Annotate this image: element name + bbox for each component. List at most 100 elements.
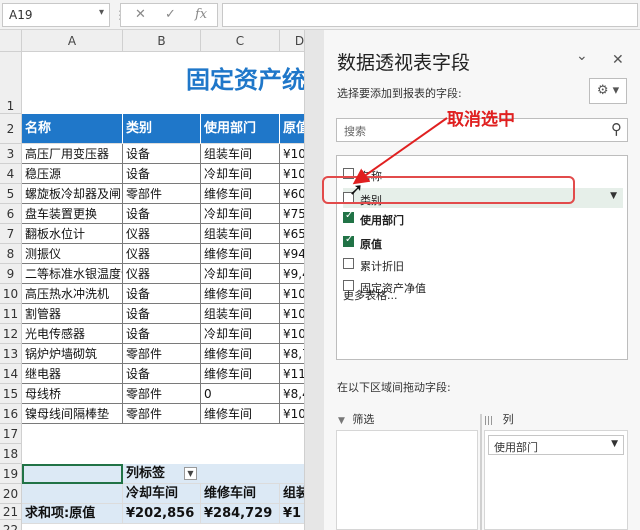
table-cell[interactable]: 高压热水冲洗机 (22, 284, 123, 304)
field-item-2[interactable]: 使用部门 (343, 208, 623, 228)
column-filter-dropdown-icon[interactable]: ▼ (184, 467, 197, 480)
panel-options-dropdown-icon[interactable]: ⌄ (576, 48, 588, 64)
pivot-col-header[interactable]: 维修车间 (201, 484, 280, 504)
table-cell[interactable]: 设备 (123, 324, 201, 344)
row-header-12[interactable]: 12 (0, 324, 22, 344)
table-cell[interactable]: 设备 (123, 164, 201, 184)
table-cell[interactable]: 测振仪 (22, 244, 123, 264)
table-cell[interactable]: 母线桥 (22, 384, 123, 404)
table-cell[interactable]: 设备 (123, 304, 201, 324)
table-cell[interactable]: ¥8,4 (280, 384, 304, 404)
worksheet-grid[interactable]: A B C D 固定资产统 1 2 3 4 5 6 7 8 9 10 11 12 13 14 15 16 17 1… (0, 30, 304, 530)
table-cell[interactable]: 割管器 (22, 304, 123, 324)
table-cell[interactable]: 维修车间 (201, 404, 280, 424)
row-header-1[interactable]: 1 (0, 52, 22, 114)
field-checkbox[interactable] (343, 280, 354, 291)
table-cell[interactable]: ¥10 (280, 304, 304, 324)
close-icon[interactable]: ✕ (612, 52, 624, 68)
column-field-pill[interactable]: 使用部门 ▼ (488, 435, 624, 455)
table-cell[interactable]: ¥11 (280, 364, 304, 384)
column-header-a[interactable]: A (22, 30, 123, 52)
row-header-17[interactable]: 17 (0, 424, 22, 444)
sheet-title-cell[interactable]: 固定资产统 (22, 52, 304, 114)
table-cell[interactable]: 维修车间 (201, 284, 280, 304)
formula-input[interactable] (222, 3, 638, 27)
pivot-value-cell[interactable]: ¥284,729 (201, 504, 280, 524)
cancel-icon[interactable]: ✕ (135, 7, 146, 22)
table-cell[interactable]: ¥10 (280, 164, 304, 184)
row-header-2[interactable]: 2 (0, 114, 22, 144)
table-cell[interactable]: ¥75 (280, 204, 304, 224)
table-cell[interactable]: 翻板水位计 (22, 224, 123, 244)
select-all-corner[interactable] (0, 30, 22, 52)
table-cell[interactable]: ¥9,4 (280, 264, 304, 284)
field-item-5[interactable]: 固定资产净值 (343, 276, 623, 296)
enter-icon[interactable]: ✓ (165, 7, 176, 22)
table-cell[interactable]: 稳压源 (22, 164, 123, 184)
chevron-down-icon[interactable]: ▼ (611, 439, 618, 449)
table-cell[interactable]: ¥65 (280, 224, 304, 244)
row-header-16[interactable]: 16 (0, 404, 22, 424)
column-header-d[interactable]: D (280, 30, 304, 52)
row-header-8[interactable]: 8 (0, 244, 22, 264)
table-cell[interactable]: ¥10 (280, 284, 304, 304)
row-header-3[interactable]: 3 (0, 144, 22, 164)
row-header-6[interactable]: 6 (0, 204, 22, 224)
row-header-13[interactable]: 13 (0, 344, 22, 364)
table-cell[interactable]: 设备 (123, 284, 201, 304)
table-cell[interactable]: ¥10 (280, 144, 304, 164)
row-header-19[interactable]: 19 (0, 464, 22, 484)
table-cell[interactable]: 组装车间 (201, 144, 280, 164)
name-box[interactable]: A19 ▾ (2, 3, 110, 27)
pivot-col-header[interactable]: 组装 (280, 484, 304, 504)
table-cell[interactable]: 维修车间 (201, 344, 280, 364)
pivot-value-cell[interactable]: ¥1 (280, 504, 304, 524)
table-cell[interactable]: 仪器 (123, 224, 201, 244)
table-cell[interactable]: 继电器 (22, 364, 123, 384)
table-cell[interactable]: 零部件 (123, 344, 201, 364)
table-cell[interactable]: ¥94 (280, 244, 304, 264)
field-item-3[interactable]: 原值 (343, 232, 623, 252)
row-header-7[interactable]: 7 (0, 224, 22, 244)
table-cell[interactable]: 冷却车间 (201, 204, 280, 224)
table-cell[interactable]: 零部件 (123, 384, 201, 404)
table-cell[interactable]: ¥10 (280, 324, 304, 344)
table-cell[interactable]: 设备 (123, 204, 201, 224)
name-box-dropdown-icon[interactable]: ▾ (99, 7, 104, 18)
row-header-14[interactable]: 14 (0, 364, 22, 384)
table-cell[interactable]: ¥8,7 (280, 344, 304, 364)
table-cell[interactable]: 冷却车间 (201, 164, 280, 184)
table-cell[interactable]: 镍母线间隔棒垫 (22, 404, 123, 424)
table-header-cell[interactable]: 名称 (22, 114, 123, 144)
field-settings-button[interactable]: ⚙ ▾ (589, 78, 627, 104)
table-cell[interactable]: 维修车间 (201, 184, 280, 204)
table-cell[interactable]: ¥60 (280, 184, 304, 204)
row-header-18[interactable]: 18 (0, 444, 22, 464)
row-header-11[interactable]: 11 (0, 304, 22, 324)
row-header-5[interactable]: 5 (0, 184, 22, 204)
row-header-9[interactable]: 9 (0, 264, 22, 284)
row-header-22[interactable]: 22 (0, 520, 22, 530)
columns-drop-area[interactable]: 使用部门 ▼ (484, 430, 628, 530)
table-cell[interactable]: 设备 (123, 364, 201, 384)
table-cell[interactable]: 仪器 (123, 264, 201, 284)
table-cell[interactable]: 冷却车间 (201, 264, 280, 284)
table-cell[interactable]: 二等标准水银温度计 (22, 264, 123, 284)
column-header-c[interactable]: C (201, 30, 280, 52)
table-cell[interactable]: 零部件 (123, 404, 201, 424)
table-cell[interactable]: 锅炉炉墙砌筑 (22, 344, 123, 364)
pivot-col-labels[interactable]: 列标签 (123, 464, 304, 484)
table-cell[interactable]: 组装车间 (201, 224, 280, 244)
cell-a19[interactable] (22, 464, 123, 484)
pivot-value-cell[interactable]: ¥202,856 (123, 504, 201, 524)
field-item-4[interactable]: 累计折旧 (343, 254, 623, 274)
row-header-15[interactable]: 15 (0, 384, 22, 404)
column-header-b[interactable]: B (123, 30, 201, 52)
table-cell[interactable]: 0 (201, 384, 280, 404)
table-cell[interactable]: 维修车间 (201, 364, 280, 384)
table-cell[interactable]: 螺旋板冷却器及闸阀 (22, 184, 123, 204)
field-checkbox[interactable] (343, 234, 354, 247)
row-header-10[interactable]: 10 (0, 284, 22, 304)
table-cell[interactable]: 冷却车间 (201, 324, 280, 344)
table-header-cell[interactable]: 类别 (123, 114, 201, 144)
